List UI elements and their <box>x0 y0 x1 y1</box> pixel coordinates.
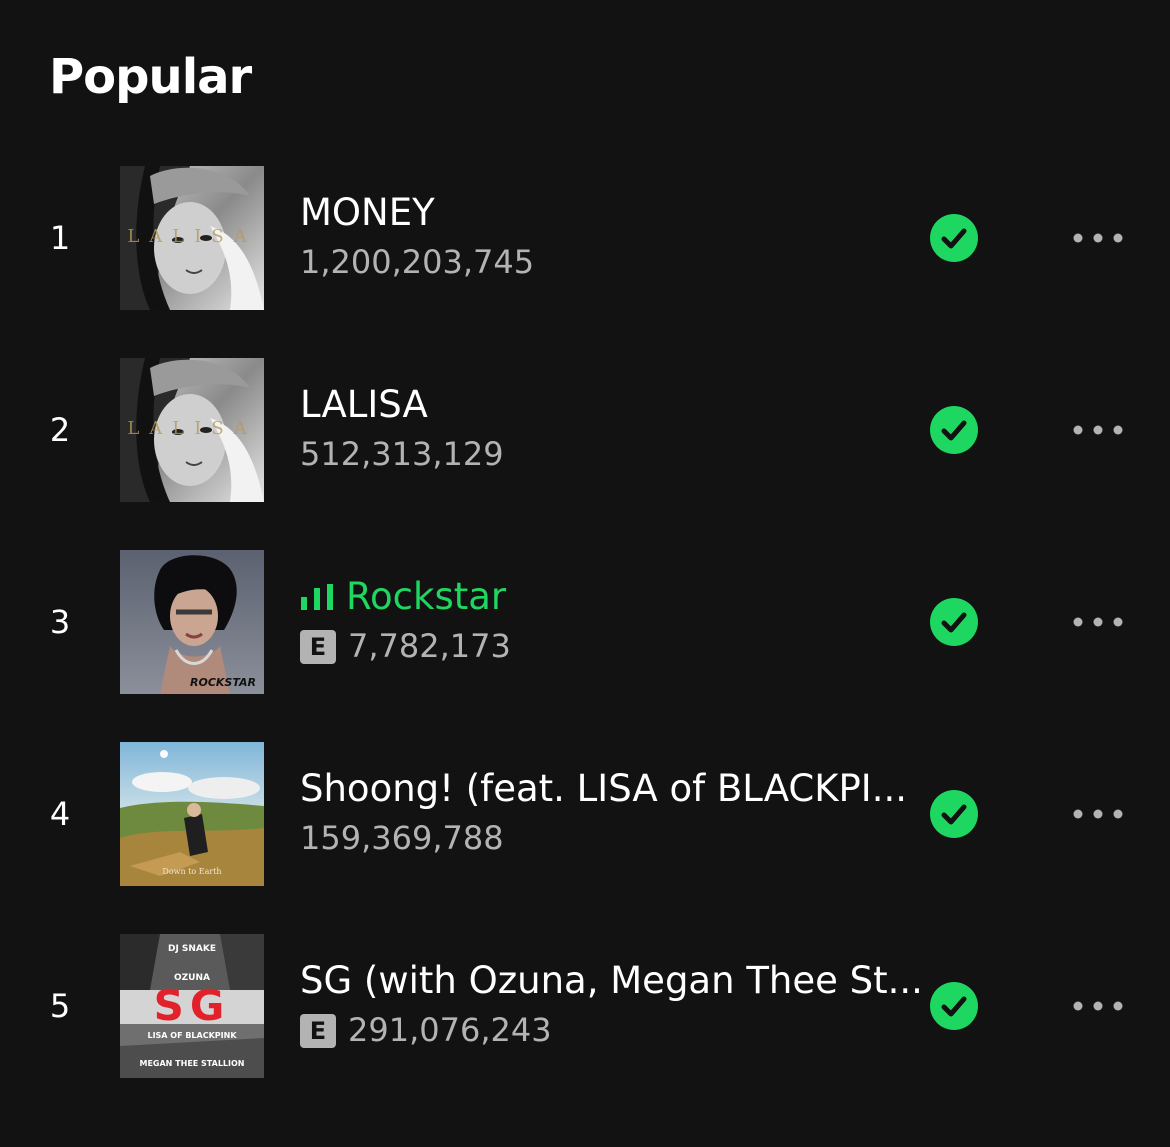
track-rank: 4 <box>49 795 71 833</box>
more-options-button[interactable] <box>1066 990 1130 1022</box>
play-count: 159,369,788 <box>300 819 504 857</box>
more-options-button[interactable] <box>1066 606 1130 638</box>
track-meta: 159,369,788 <box>300 816 890 860</box>
track-info: Shoong! (feat. LISA of BLACKPI... 159,36… <box>300 764 907 860</box>
more-options-button[interactable] <box>1066 414 1130 446</box>
track-title-playing: Rockstar <box>300 572 890 622</box>
track-rank: 1 <box>49 219 71 257</box>
track-rank: 3 <box>49 603 71 641</box>
play-count: 291,076,243 <box>348 1011 552 1049</box>
check-circle-icon <box>941 612 967 633</box>
more-options-icon <box>1073 425 1123 435</box>
track-title: LALISA <box>300 383 428 426</box>
saved-check-button[interactable] <box>930 982 978 1030</box>
more-options-icon <box>1073 233 1123 243</box>
track-row[interactable]: 5 DJ SNAKE OZUNA SG LISA OF BLACKPINK ME… <box>0 934 1170 1078</box>
play-count: 512,313,129 <box>300 435 504 473</box>
track-title: Shoong! (feat. LISA of BLACKPI... <box>300 767 907 810</box>
track-rank: 2 <box>49 411 71 449</box>
album-cover: LALISA <box>120 166 264 310</box>
saved-check-button[interactable] <box>930 406 978 454</box>
play-count: 1,200,203,745 <box>300 243 535 281</box>
track-rank: 5 <box>49 987 71 1025</box>
album-cover: DJ SNAKE OZUNA SG LISA OF BLACKPINK MEGA… <box>120 934 264 1078</box>
cover-text: SG <box>154 981 231 1030</box>
cover-text: LISA OF BLACKPINK <box>147 1031 237 1040</box>
track-meta: E 291,076,243 <box>300 1008 890 1052</box>
track-meta: 1,200,203,745 <box>300 240 890 284</box>
track-row[interactable]: 1 LALISA MONEY 1,200,203,745 <box>0 166 1170 310</box>
track-info: LALISA 512,313,129 <box>300 380 890 476</box>
more-options-button[interactable] <box>1066 222 1130 254</box>
saved-check-button[interactable] <box>930 598 978 646</box>
track-info: MONEY 1,200,203,745 <box>300 188 890 284</box>
cover-text: DJ SNAKE <box>168 944 216 954</box>
track-row[interactable]: 4 Down to Earth Shoong! (feat. LISA of B… <box>0 742 1170 886</box>
more-options-icon <box>1073 809 1123 819</box>
more-options-icon <box>1073 617 1123 627</box>
track-title: Rockstar <box>346 575 507 618</box>
track-row[interactable]: 3 ROCKSTAR Rockstar E 7,782,173 <box>0 550 1170 694</box>
cover-text: LALISA <box>127 226 256 247</box>
explicit-badge: E <box>300 1014 336 1048</box>
cover-text: LALISA <box>127 418 256 439</box>
cover-text: MEGAN THEE STALLION <box>140 1059 245 1068</box>
popular-track-list: 1 LALISA MONEY 1,200,203,745 2 LALISA LA… <box>0 166 1170 1126</box>
check-circle-icon <box>941 804 967 825</box>
cover-text: Down to Earth <box>162 867 221 876</box>
equalizer-icon <box>300 584 334 610</box>
track-title: SG (with Ozuna, Megan Thee St... <box>300 959 923 1002</box>
play-count: 7,782,173 <box>348 627 511 665</box>
album-cover: Down to Earth <box>120 742 264 886</box>
track-meta: E 7,782,173 <box>300 624 890 668</box>
track-title: MONEY <box>300 191 435 234</box>
check-circle-icon <box>941 996 967 1017</box>
track-info: SG (with Ozuna, Megan Thee St... E 291,07… <box>300 956 923 1052</box>
saved-check-button[interactable] <box>930 790 978 838</box>
section-title: Popular <box>49 49 252 105</box>
album-cover: LALISA <box>120 358 264 502</box>
check-circle-icon <box>941 420 967 441</box>
album-cover: ROCKSTAR <box>120 550 264 694</box>
more-options-button[interactable] <box>1066 798 1130 830</box>
track-meta: 512,313,129 <box>300 432 890 476</box>
more-options-icon <box>1073 1001 1123 1011</box>
check-circle-icon <box>941 228 967 249</box>
track-info: Rockstar E 7,782,173 <box>300 572 890 668</box>
track-row[interactable]: 2 LALISA LALISA 512,313,129 <box>0 358 1170 502</box>
cover-text: ROCKSTAR <box>190 676 256 689</box>
saved-check-button[interactable] <box>930 214 978 262</box>
explicit-badge: E <box>300 630 336 664</box>
